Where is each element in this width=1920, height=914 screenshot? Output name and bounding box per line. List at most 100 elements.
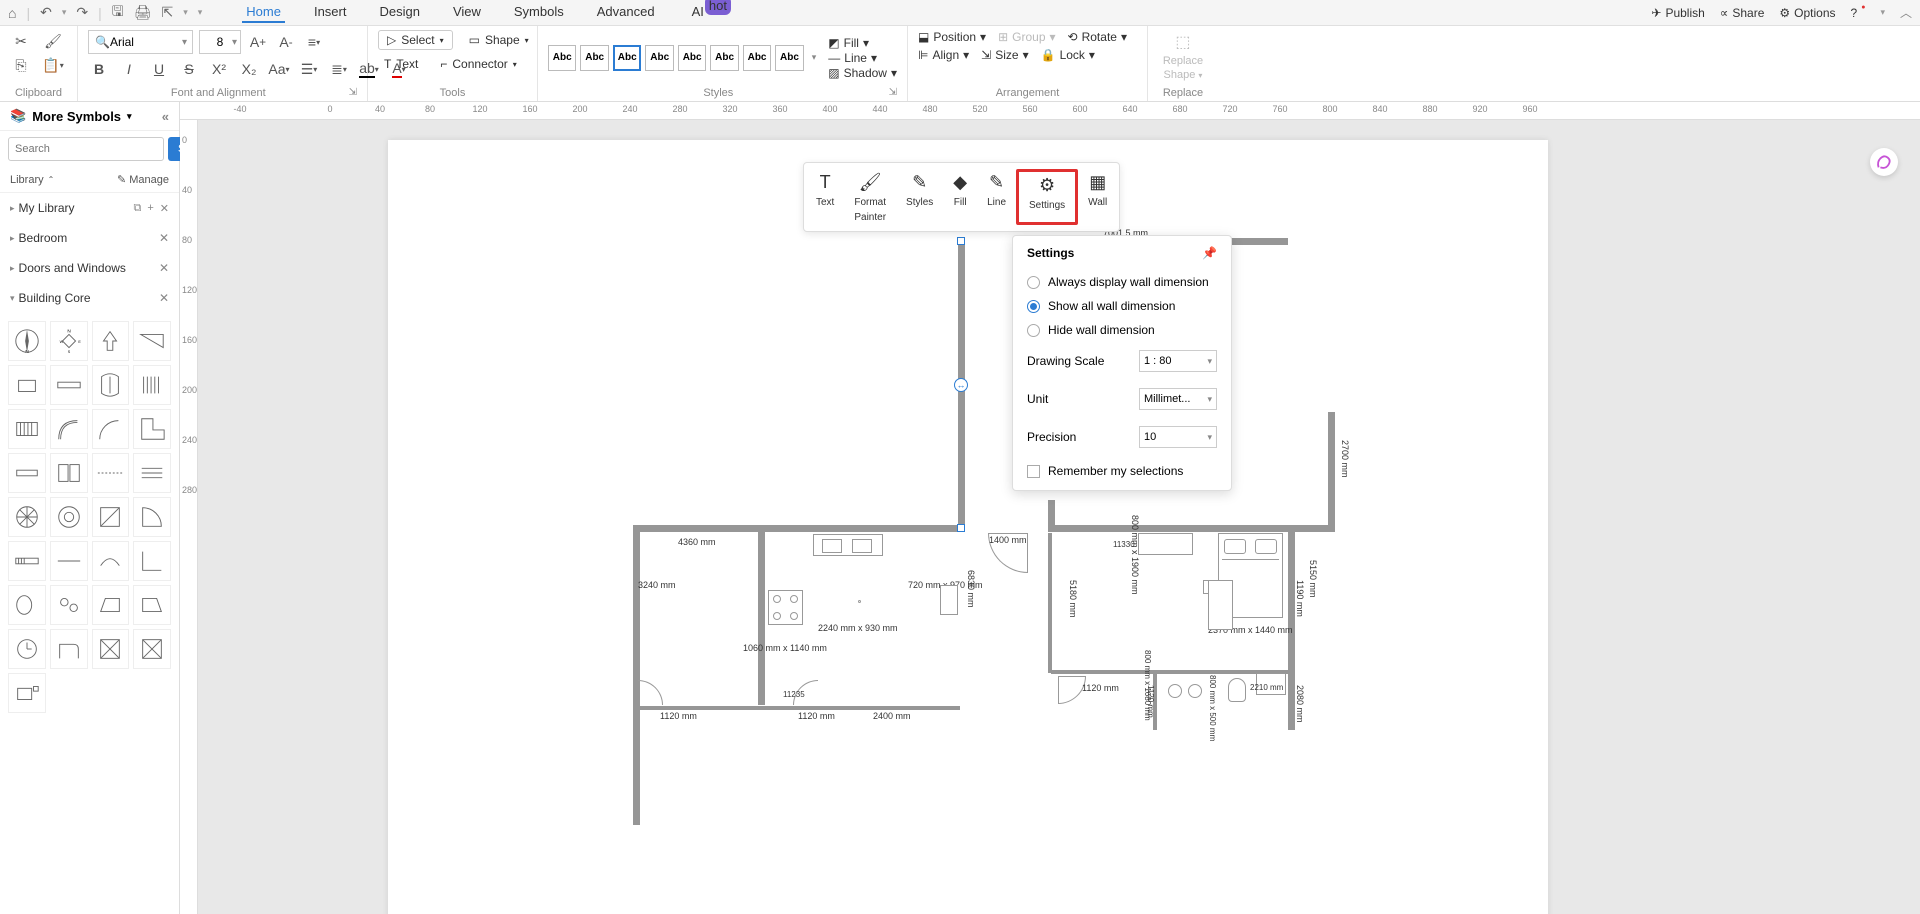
sidebar-cat-doors[interactable]: ▸Doors and Windows ✕ xyxy=(0,253,179,283)
shape-fan2[interactable] xyxy=(50,497,88,537)
pin-icon[interactable]: 📌 xyxy=(1202,246,1217,260)
sidebar-cat-mylibrary[interactable]: ▸My Library ⧉+✕ xyxy=(0,193,179,223)
decrease-font-icon[interactable]: A- xyxy=(275,31,297,53)
shape-fan1[interactable] xyxy=(8,497,46,537)
shape-box[interactable] xyxy=(8,365,46,405)
unit-select[interactable]: Millimet... xyxy=(1139,388,1217,410)
font-launcher-icon[interactable]: ⇲ xyxy=(349,87,357,98)
rotate-button[interactable]: ⟲ Rotate▾ xyxy=(1068,30,1127,44)
search-input[interactable] xyxy=(8,137,164,161)
fill-button[interactable]: ◩ Fill ▾ xyxy=(828,36,897,50)
lock-button[interactable]: 🔒 Lock▾ xyxy=(1041,48,1095,62)
sidebar-cat-bedroom[interactable]: ▸Bedroom ✕ xyxy=(0,223,179,253)
style-preset-6[interactable]: Abc xyxy=(710,45,738,71)
line-spacing-icon[interactable]: ☰▾ xyxy=(298,58,320,80)
precision-select[interactable]: 10 xyxy=(1139,426,1217,448)
size-button[interactable]: ⇲ Size▾ xyxy=(981,48,1028,62)
door-arc[interactable] xyxy=(638,680,663,705)
wall[interactable] xyxy=(1288,670,1295,730)
shape-grill[interactable] xyxy=(8,541,46,581)
radio-hide[interactable]: Hide wall dimension xyxy=(1027,318,1217,342)
style-preset-3[interactable]: Abc xyxy=(613,45,642,71)
line-button[interactable]: ― Line ▾ xyxy=(828,51,897,65)
close-icon[interactable]: ✕ xyxy=(159,231,169,245)
publish-button[interactable]: ✈ Publish xyxy=(1651,6,1704,20)
align-icon[interactable]: ≡▾ xyxy=(303,31,325,53)
shape-l-stair[interactable] xyxy=(133,409,171,449)
close-icon[interactable]: ✕ xyxy=(159,261,169,275)
wall[interactable] xyxy=(640,706,960,710)
ft-styles[interactable]: ✎Styles xyxy=(896,169,943,225)
shape-curve-stair[interactable] xyxy=(50,409,88,449)
shape-north-diamond[interactable]: NWES xyxy=(50,321,88,361)
wall[interactable] xyxy=(1328,412,1335,532)
shape-tool[interactable]: ▭ Shape ▾ xyxy=(463,30,535,50)
remember-checkbox[interactable]: Remember my selections xyxy=(1027,456,1217,480)
style-preset-5[interactable]: Abc xyxy=(678,45,706,71)
wall[interactable] xyxy=(633,525,640,825)
shape-s3[interactable] xyxy=(92,453,130,493)
sidebar-cat-building[interactable]: ▾Building Core ✕ xyxy=(0,283,179,313)
style-preset-4[interactable]: Abc xyxy=(645,45,673,71)
select-tool[interactable]: ▷ Select ▾ xyxy=(378,30,453,50)
ft-text[interactable]: TText xyxy=(806,169,844,225)
scale-select[interactable]: 1 : 80 xyxy=(1139,350,1217,372)
subscript-icon[interactable]: X₂ xyxy=(238,58,260,80)
shape-corner[interactable] xyxy=(133,541,171,581)
ft-line[interactable]: ✎Line xyxy=(977,169,1016,225)
shape-revolving[interactable] xyxy=(92,365,130,405)
shape-x2[interactable] xyxy=(133,629,171,669)
tab-home[interactable]: Home xyxy=(242,2,285,23)
underline-icon[interactable]: U xyxy=(148,58,170,80)
fixture[interactable] xyxy=(1168,684,1182,698)
furniture-misc[interactable] xyxy=(1208,580,1233,630)
styles-launcher-icon[interactable]: ⇲ xyxy=(889,87,897,98)
stove[interactable] xyxy=(768,590,803,625)
shape-wedge[interactable] xyxy=(50,629,88,669)
shape-line2[interactable] xyxy=(50,541,88,581)
tab-ai[interactable]: AIhot xyxy=(684,2,738,23)
home-icon[interactable]: ⌂ xyxy=(8,5,16,21)
tab-design[interactable]: Design xyxy=(375,2,423,23)
ft-format-painter[interactable]: 🖌FormatPainter xyxy=(844,169,896,225)
style-preset-2[interactable]: Abc xyxy=(580,45,608,71)
shape-trap[interactable] xyxy=(92,585,130,625)
strike-icon[interactable]: S xyxy=(178,58,200,80)
copy-icon[interactable]: ⎘ xyxy=(10,54,32,76)
tab-advanced[interactable]: Advanced xyxy=(593,2,659,23)
shape-bar[interactable] xyxy=(50,365,88,405)
shape-s4[interactable] xyxy=(133,453,171,493)
italic-icon[interactable]: I xyxy=(118,58,140,80)
ft-fill[interactable]: ◆Fill xyxy=(943,169,977,225)
undo-icon[interactable]: ↶ xyxy=(40,4,52,21)
handle-top[interactable] xyxy=(957,237,965,245)
case-icon[interactable]: Aa▾ xyxy=(268,58,290,80)
connector-tool[interactable]: ⌐ Connector ▾ xyxy=(434,54,522,74)
wall[interactable] xyxy=(1048,525,1293,532)
wall[interactable] xyxy=(633,525,963,532)
close-icon[interactable]: ✕ xyxy=(160,202,169,215)
ai-assistant-icon[interactable] xyxy=(1870,148,1898,176)
handle-bottom[interactable] xyxy=(957,524,965,532)
shape-oval[interactable] xyxy=(8,585,46,625)
font-family-select[interactable]: 🔍 Arial xyxy=(88,30,193,54)
style-preset-7[interactable]: Abc xyxy=(743,45,771,71)
manage-button[interactable]: ✎ Manage xyxy=(117,173,169,186)
handle-mid[interactable] xyxy=(954,378,968,392)
tab-view[interactable]: View xyxy=(449,2,485,23)
print-icon[interactable]: 🖨 xyxy=(134,4,152,21)
shape-clock[interactable] xyxy=(8,629,46,669)
save-icon[interactable]: 🖫 xyxy=(112,1,124,25)
redo-icon[interactable]: ↷ xyxy=(76,4,88,21)
shape-trap2[interactable] xyxy=(133,585,171,625)
collapse-sidebar-icon[interactable]: « xyxy=(162,109,169,124)
cut-icon[interactable]: ✂ xyxy=(10,30,32,52)
canvas[interactable]: TText 🖌FormatPainter ✎Styles ◆Fill ✎Line… xyxy=(198,120,1920,914)
tab-insert[interactable]: Insert xyxy=(310,2,351,23)
shape-arrow-up[interactable] xyxy=(92,321,130,361)
style-preset-1[interactable]: Abc xyxy=(548,45,576,71)
wall[interactable] xyxy=(1048,533,1052,673)
superscript-icon[interactable]: X² xyxy=(208,58,230,80)
shape-arc2[interactable] xyxy=(92,541,130,581)
tab-symbols[interactable]: Symbols xyxy=(510,2,568,23)
